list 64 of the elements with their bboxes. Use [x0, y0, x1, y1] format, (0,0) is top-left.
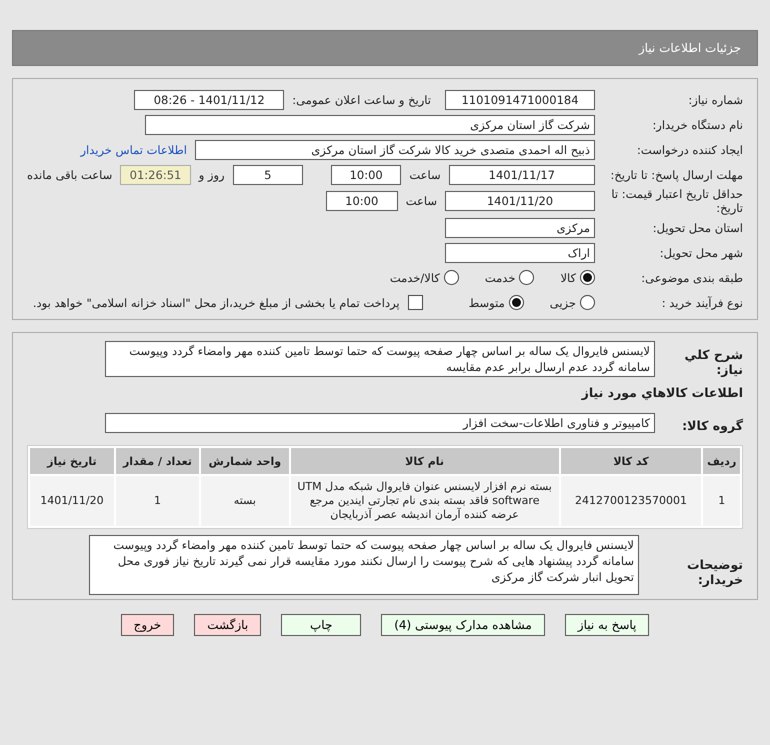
table-cell: بسته — [201, 476, 289, 526]
radio-option[interactable]: متوسط — [468, 295, 524, 310]
city-field: اراک — [445, 242, 595, 262]
action-button[interactable]: مشاهده مدارک پیوستی (4) — [381, 614, 545, 636]
checkbox[interactable] — [408, 295, 423, 310]
action-button[interactable]: چاپ — [281, 614, 362, 636]
field-label: مهلت ارسال پاسخ: تا تاریخ: — [609, 168, 743, 182]
table-cell: 1 — [703, 476, 740, 526]
time-label: ساعت — [406, 194, 437, 208]
radio-option[interactable]: خدمت — [484, 270, 534, 285]
province-field: مرکزی — [445, 218, 595, 238]
radio-option[interactable]: کالا/خدمت — [390, 270, 459, 285]
page-title: جزئیات اطلاعات نیاز — [638, 41, 741, 55]
field-label: طبقه بندی موضوعی: — [640, 270, 743, 284]
table-cell: بسته نرم افزار لایسنس عنوان فایروال شبکه مدل UTM software فاقد بسته بندی نام تجارتی ایندین مرجع عرضه کننده آرمان اندیشه عصر آذربایجان — [290, 476, 559, 526]
section-heading: اطلاعات كالاهاي مورد نياز — [582, 384, 743, 402]
creator-field: ذبیح اله احمدی متصدی خرید کالا شرکت گاز استان مرکزی — [195, 140, 595, 160]
field-label: گروه کالا: — [681, 417, 743, 433]
field-label: ایجاد کننده درخواست: — [636, 142, 743, 156]
radio-button[interactable] — [580, 295, 595, 310]
action-button[interactable]: بازگشت — [194, 614, 262, 636]
buyer-org-field: شرکت گاز استان مرکزی — [145, 114, 595, 134]
radio-button[interactable] — [580, 270, 595, 285]
field-label: شماره نیاز: — [687, 92, 743, 106]
deadline-time-field: 10:00 — [330, 164, 402, 184]
radio-button[interactable] — [519, 270, 534, 285]
time-label: ساعت — [409, 168, 441, 182]
announce-date-field: 1401/11/12 - 08:26 — [134, 90, 284, 110]
table-cell: 1 — [116, 476, 200, 526]
buyer-notes-field: لایسنس فایروال یک ساله بر اساس چهار صفحه پیوست که حتما توسط تامین کننده مهر وامضاء گردد وپیوست سامانه گردد پیشنهاد هایی که شرح پیوست را ارسال نکنند مورد مقایسه قرار نمی گیرند تاریخ نیاز فوری محل تحویل انبار شرکت گاز مرکزی — [89, 535, 639, 595]
days-field: 5 — [232, 164, 303, 184]
column-header: کد کالا — [560, 448, 702, 474]
field-label: شرح كلي نياز: — [684, 346, 743, 377]
table-cell: 2412700123570001 — [560, 476, 702, 526]
remaining-label: ساعت باقی مانده — [26, 168, 112, 182]
radio-option[interactable]: جزیی — [550, 295, 595, 310]
table-cell: 1401/11/20 — [30, 476, 114, 526]
field-label: حداقل تاریخ اعتبار قیمت: تا تاریخ: — [610, 187, 743, 215]
column-header: تعداد / مقدار — [116, 448, 200, 474]
radio-button[interactable] — [508, 295, 524, 310]
payment-note: پرداخت تمام یا بخشی از مبلغ خرید،از محل "اسناد خزانه اسلامی" خواهد بود. — [32, 296, 400, 310]
field-label: استان محل تحویل: — [652, 220, 743, 234]
action-button[interactable]: پاسخ به نیاز — [564, 614, 650, 636]
field-label: توضیحات خریدار: — [686, 556, 743, 587]
column-header: ردیف — [703, 448, 740, 474]
buyer-contact-link[interactable]: اطلاعات تماس خریدار — [80, 142, 187, 156]
action-button[interactable]: خروج — [120, 614, 174, 636]
description-field: لایسنس فایروال یک ساله بر اساس چهار صفحه پیوست که حتما توسط تامین کننده مهر وامضاء گردد وپیوست سامانه گردد عدم ارسال برابر عدم مقایسه — [105, 341, 655, 377]
validity-time-field: 10:00 — [326, 191, 398, 211]
column-header: واحد شمارش — [201, 448, 289, 474]
field-label: نام دستگاه خریدار: — [651, 118, 743, 132]
field-label: تاریخ و ساعت اعلان عمومی: — [292, 92, 431, 106]
validity-date-field: 1401/11/20 — [445, 191, 595, 211]
need-number-field: 1101091471000184 — [445, 90, 595, 110]
radio-button[interactable] — [444, 270, 459, 285]
field-label: شهر محل تحویل: — [658, 246, 743, 260]
radio-option[interactable]: کالا — [560, 270, 595, 285]
days-label: روز و — [198, 168, 225, 182]
remaining-time-field: 01:26:51 — [120, 164, 191, 184]
goods-group-field: کامپیوتر و فناوری اطلاعات-سخت افزار — [105, 412, 655, 432]
column-header: تاریخ نیاز — [30, 448, 114, 474]
column-header: نام کالا — [290, 448, 559, 474]
field-label: نوع فرآیند خرید : — [660, 296, 743, 310]
deadline-date-field: 1401/11/17 — [448, 164, 595, 184]
